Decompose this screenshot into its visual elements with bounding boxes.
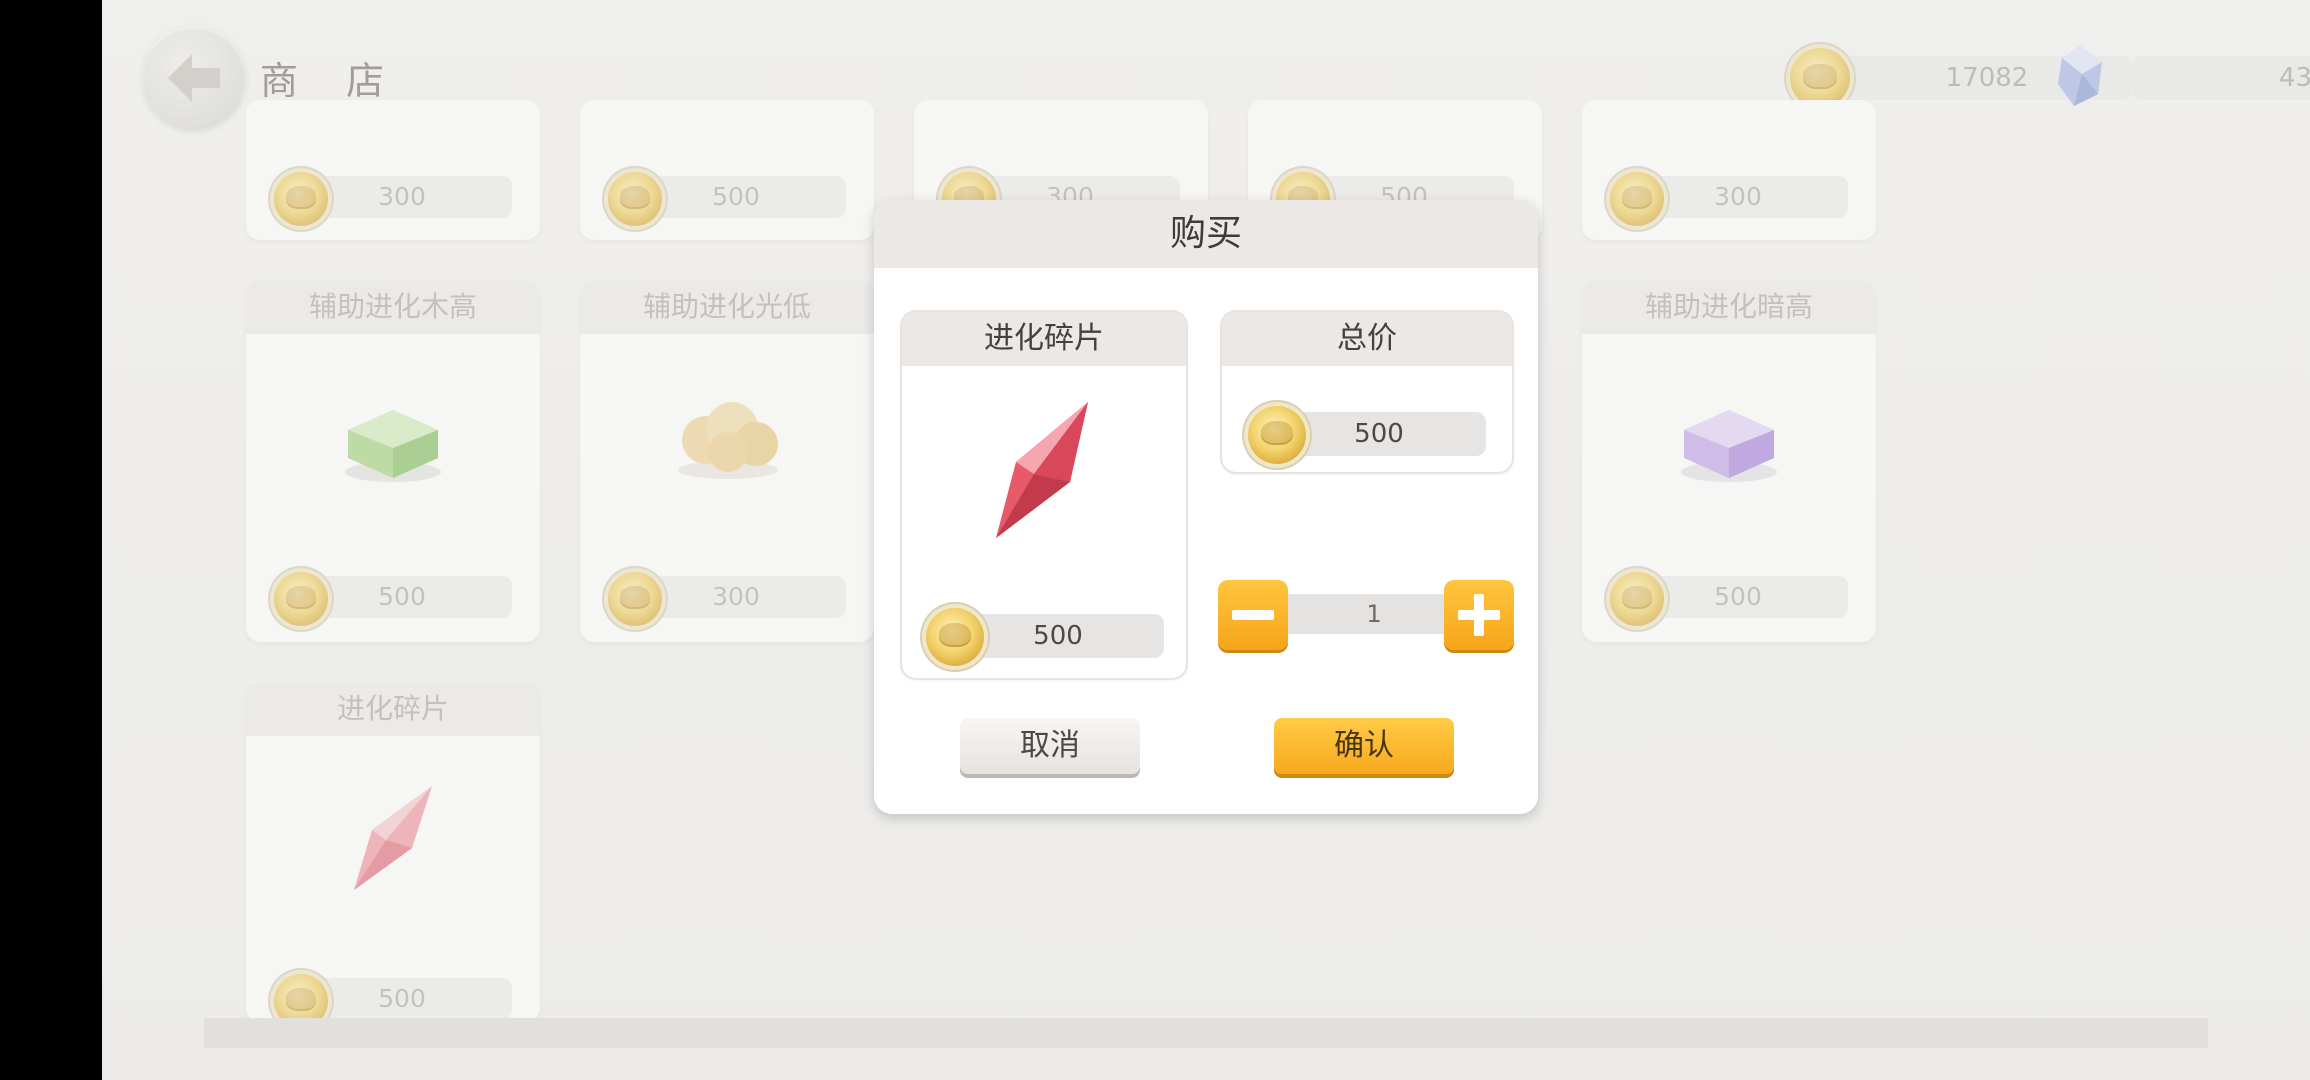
plus-icon-vertical [1474,594,1484,636]
quantity-display: 1 [1288,594,1460,634]
confirm-button[interactable]: 确认 [1274,718,1454,774]
red-crystal-icon [996,402,1088,538]
purchase-dialog: 购买 进化碎片 500 总价 500 1 取消 确认 [874,200,1538,814]
increase-quantity-button[interactable] [1444,580,1514,650]
total-price-value: 500 [1354,419,1404,449]
cancel-button[interactable]: 取消 [960,718,1140,774]
item-price-value: 500 [1033,621,1083,651]
minus-icon [1232,610,1274,620]
coin-icon [1248,406,1306,464]
shop-screen: 商 店 17082 4340 300 500 300 500 [102,0,2310,1080]
item-name: 进化碎片 [902,312,1186,366]
quantity-value: 1 [1366,600,1382,628]
dialog-title: 购买 [874,200,1538,268]
decrease-quantity-button[interactable] [1218,580,1288,650]
horizontal-scrollbar[interactable] [204,1018,2208,1048]
total-panel: 总价 500 [1222,312,1512,472]
item-panel: 进化碎片 500 [902,312,1186,678]
confirm-label: 确认 [1334,728,1394,763]
coin-icon [926,608,984,666]
cancel-label: 取消 [1020,728,1080,763]
total-label: 总价 [1222,312,1512,366]
